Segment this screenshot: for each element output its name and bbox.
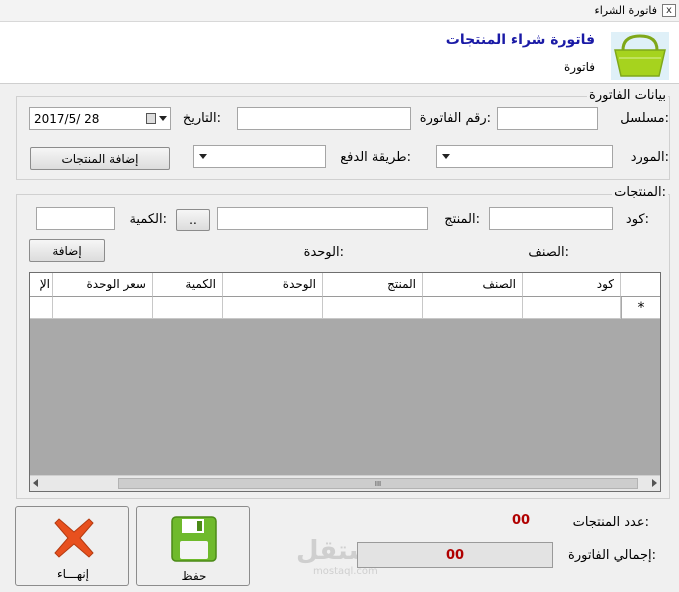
grid-header-quantity[interactable]: الكمية [153,273,223,297]
grid-header-unit-price[interactable]: سعر الوحدة [53,273,153,297]
save-icon [171,516,217,562]
quantity-label: الكمية: [129,212,167,227]
new-row-marker: * [622,297,660,319]
browse-product-button[interactable]: .. [176,209,210,231]
grid-header-unit[interactable]: الوحدة [223,273,323,297]
grid-cell[interactable] [53,297,153,319]
chevron-down-icon [159,116,167,121]
add-products-button[interactable]: إضافة المنتجات [30,147,170,170]
save-button[interactable]: حفظ [136,506,250,586]
category-label: الصنف: [528,245,569,260]
date-picker[interactable]: 2017/5/ 28 [29,107,171,130]
form-header: فاتورة شراء المنتجات فاتورة [0,22,679,84]
payment-method-select[interactable] [193,145,326,168]
chevron-down-icon [442,154,450,159]
invoice-number-label: رقم الفاتورة: [419,111,491,126]
close-form-button[interactable]: إنهـــاء [15,506,129,586]
window-titlebar: فاتورة الشراء x [0,0,679,22]
close-form-label: إنهـــاء [56,567,90,581]
invoice-total-field: 00 [357,542,553,568]
product-input[interactable] [217,207,428,230]
grid-cell[interactable] [523,297,621,319]
window-title: فاتورة الشراء [594,4,657,17]
grid-cell[interactable] [323,297,423,319]
invoice-data-legend: بيانات الفاتورة [587,88,668,103]
save-label: حفظ [181,569,207,583]
product-count-value: 00 [512,513,531,528]
grid-header-code[interactable]: كود [523,273,621,297]
scroll-thumb[interactable]: III [118,478,638,489]
invoice-total-label: إجمالي الفاتورة: [568,548,656,563]
header-subtitle: فاتورة [563,60,595,74]
grid-cell[interactable] [30,297,53,319]
code-label: كود: [625,212,649,227]
header-title: فاتورة شراء المنتجات [445,32,595,48]
horizontal-scrollbar[interactable]: III [30,475,660,491]
grid-cell[interactable] [153,297,223,319]
products-legend: المنتجات: [612,185,668,200]
supplier-select[interactable] [436,145,613,168]
unit-label: الوحدة: [303,245,344,260]
product-count-label: عدد المنتجات: [572,515,649,530]
grid-cell[interactable] [223,297,323,319]
invoice-number-input[interactable] [237,107,411,130]
code-input[interactable] [489,207,613,230]
date-label: التاريخ: [182,111,221,126]
products-grid[interactable]: كود الصنف المنتج الوحدة الكمية سعر الوحد… [29,272,661,492]
calendar-icon [146,113,156,124]
scroll-right-icon[interactable] [652,479,657,487]
supplier-label: المورد: [630,150,669,165]
grid-cell[interactable] [423,297,523,319]
date-value: 2017/5/ 28 [34,112,100,126]
scroll-grip-icon: III [374,480,382,488]
close-icon: x [666,5,672,16]
serial-input[interactable] [497,107,598,130]
grid-header-category[interactable]: الصنف [423,273,523,297]
quantity-input[interactable] [36,207,115,230]
scroll-left-icon[interactable] [33,479,38,487]
window-close-button[interactable]: x [662,4,676,17]
close-icon [54,518,94,558]
grid-row-header-corner [621,273,660,297]
grid-header-total[interactable]: الإ [30,273,53,297]
product-label: المنتج: [444,212,480,227]
grid-header-product[interactable]: المنتج [323,273,423,297]
chevron-down-icon [199,154,207,159]
basket-icon [611,32,669,80]
add-item-button[interactable]: إضافة [29,239,105,262]
invoice-total-value: 00 [446,548,465,563]
serial-label: مسلسل: [620,111,669,126]
payment-method-label: طريقة الدفع: [340,150,411,165]
